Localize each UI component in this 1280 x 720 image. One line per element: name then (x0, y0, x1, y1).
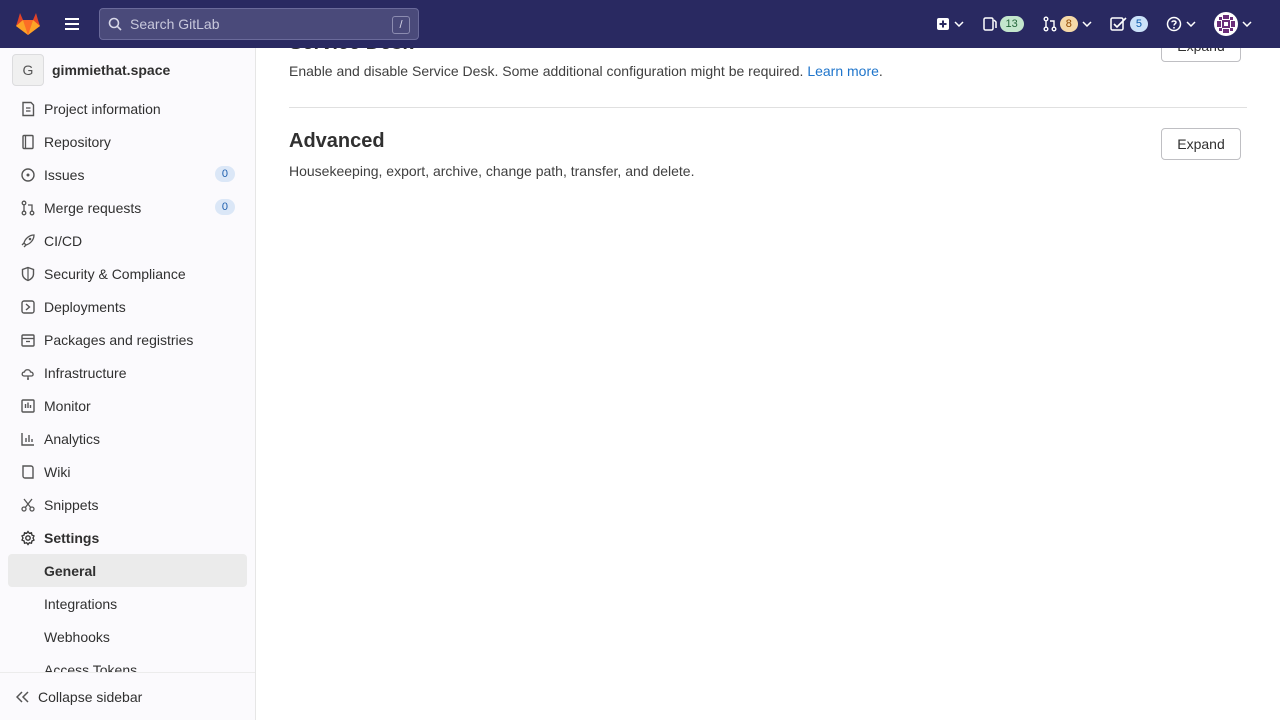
create-new-dropdown[interactable] (930, 8, 970, 40)
advanced-section: Advanced Housekeeping, export, archive, … (289, 130, 1247, 179)
avatar-pattern-icon (1216, 14, 1236, 34)
sidebar-item-label: Snippets (44, 496, 99, 513)
learn-more-suffix: . (878, 63, 883, 79)
sidebar-item-label: CI/CD (44, 232, 83, 249)
project-avatar: G (12, 54, 44, 86)
advanced-description: Housekeeping, export, archive, change pa… (289, 163, 695, 179)
user-menu-dropdown[interactable] (1208, 8, 1258, 40)
search-shortcut-key: / (392, 16, 410, 34)
sidebar-item-label: Infrastructure (44, 364, 127, 381)
service-desk-description-text: Enable and disable Service Desk. Some ad… (289, 63, 804, 79)
main-content: Service Desk Enable and disable Service … (256, 30, 1280, 720)
merge-requests-count-badge: 8 (1059, 16, 1078, 32)
info-icon (20, 101, 36, 117)
user-avatar (1214, 12, 1238, 36)
sidebar-item-security-compliance[interactable]: Security & Compliance (0, 257, 255, 290)
hamburger-icon (65, 18, 79, 30)
sidebar-item-analytics[interactable]: Analytics (0, 422, 255, 455)
sidebar-item-snippets[interactable]: Snippets (0, 488, 255, 521)
sidebar-item-label: Issues (44, 166, 85, 183)
chart-icon (20, 431, 36, 447)
gitlab-logo-icon (16, 13, 40, 35)
book-icon (20, 134, 36, 150)
scissors-icon (20, 497, 36, 513)
sidebar-item-deployments[interactable]: Deployments (0, 290, 255, 323)
plus-square-icon (936, 18, 949, 30)
sidebar-item-settings[interactable]: Settings (0, 521, 255, 554)
chevron-down-icon (1186, 21, 1196, 27)
wiki-icon (20, 464, 36, 480)
sidebar-item-label: Merge requests (44, 199, 142, 216)
project-name: gimmiethat.space (52, 62, 171, 78)
sidebar-item-infrastructure[interactable]: Infrastructure (0, 356, 255, 389)
sidebar-item-label: Project information (44, 100, 161, 117)
chevron-down-icon (1082, 21, 1092, 27)
sidebar-item-merge-requests[interactable]: Merge requests 0 (0, 191, 255, 224)
sidebar-item-label: Wiki (44, 463, 71, 480)
issues-icon (20, 167, 36, 183)
project-header-link[interactable]: G gimmiethat.space (0, 48, 255, 92)
sidebar-item-label: Deployments (44, 298, 126, 315)
sidebar-item-wiki[interactable]: Wiki (0, 455, 255, 488)
sidebar-item-monitor[interactable]: Monitor (0, 389, 255, 422)
advanced-expand-button[interactable]: Expand (1161, 128, 1241, 160)
learn-more-link[interactable]: Learn more (807, 63, 879, 79)
sidebar-item-repository[interactable]: Repository (0, 125, 255, 158)
section-divider (289, 107, 1247, 108)
todos-button[interactable]: 5 (1104, 8, 1154, 40)
sidebar-subitem-general[interactable]: General (8, 554, 247, 587)
sidebar-nav: Project information Repository Issues 0 … (0, 92, 255, 686)
sidebar-item-packages-registries[interactable]: Packages and registries (0, 323, 255, 356)
sidebar-subitem-webhooks[interactable]: Webhooks (8, 620, 247, 653)
merge-request-icon (1043, 16, 1057, 32)
collapse-arrows-icon (16, 690, 29, 703)
search-placeholder: Search GitLab (130, 16, 220, 32)
merge-requests-count-badge: 0 (214, 199, 235, 215)
todo-checkbox-icon (1110, 17, 1127, 31)
todos-count-badge: 5 (1129, 16, 1148, 32)
shield-icon (20, 266, 36, 282)
top-navbar: Search GitLab / 13 8 5 (0, 0, 1280, 48)
rocket-icon (20, 233, 36, 249)
deployments-icon (20, 299, 36, 315)
chevron-down-icon (953, 21, 964, 27)
sidebar-subitem-integrations[interactable]: Integrations (8, 587, 247, 620)
issues-button[interactable]: 13 (976, 8, 1030, 40)
collapse-sidebar-button[interactable]: Collapse sidebar (0, 672, 255, 720)
service-desk-description: Enable and disable Service Desk. Some ad… (289, 63, 1247, 79)
sidebar-item-label: Packages and registries (44, 331, 194, 348)
sidebar-item-label: Settings (44, 529, 100, 546)
merge-request-icon (20, 200, 36, 216)
search-icon (108, 17, 122, 31)
chevron-down-icon (1242, 21, 1252, 27)
question-circle-icon (1166, 16, 1182, 32)
sidebar-item-label: Analytics (44, 430, 101, 447)
merge-requests-dropdown[interactable]: 8 (1036, 8, 1098, 40)
sidebar-item-project-information[interactable]: Project information (0, 92, 255, 125)
issues-count-badge: 0 (214, 166, 235, 182)
help-dropdown[interactable] (1160, 8, 1202, 40)
advanced-title: Advanced (289, 130, 385, 152)
gitlab-logo[interactable] (0, 0, 56, 48)
main-menu-button[interactable] (56, 8, 88, 40)
sidebar-item-ci-cd[interactable]: CI/CD (0, 224, 255, 257)
sidebar-item-label: Repository (44, 133, 111, 150)
package-icon (20, 332, 36, 348)
issues-icon (982, 17, 997, 31)
gear-icon (20, 529, 36, 546)
sidebar-item-issues[interactable]: Issues 0 (0, 158, 255, 191)
project-sidebar: G gimmiethat.space Project information R… (0, 48, 256, 720)
monitor-icon (20, 398, 36, 414)
sidebar-item-label: Security & Compliance (44, 265, 186, 282)
sidebar-item-label: Monitor (44, 397, 91, 414)
collapse-sidebar-label: Collapse sidebar (38, 688, 143, 705)
search-input[interactable]: Search GitLab / (99, 8, 419, 40)
issues-count-badge: 13 (999, 16, 1024, 32)
cloud-icon (20, 365, 36, 381)
